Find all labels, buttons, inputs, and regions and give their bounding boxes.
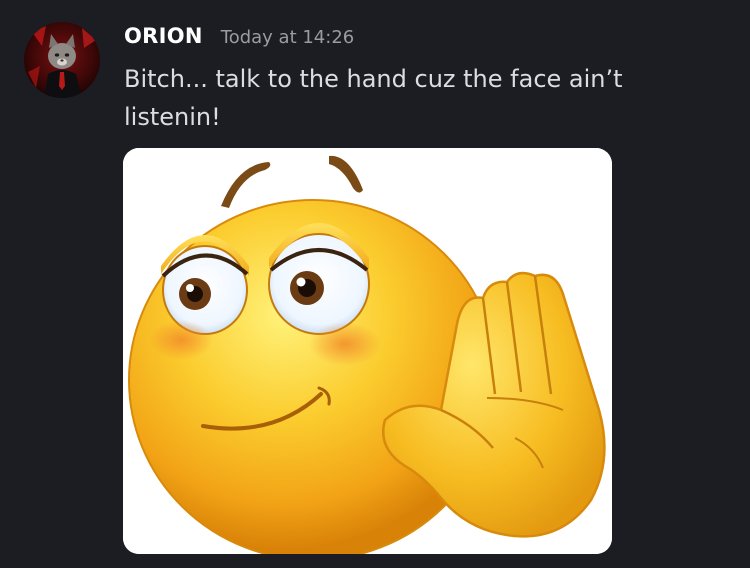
chat-message: ORION Today at 14:26 Bitch... talk to th… [0,0,750,568]
talk-to-the-hand-emoji-icon [123,148,612,554]
timestamp[interactable]: Today at 14:26 [221,27,354,48]
username[interactable]: ORION [124,24,203,48]
message-header: ORION Today at 14:26 [124,24,354,54]
image-attachment[interactable] [123,148,612,554]
avatar[interactable] [24,22,100,98]
message-content: Bitch... talk to the hand cuz the face a… [124,65,623,131]
avatar-icon [24,22,100,98]
